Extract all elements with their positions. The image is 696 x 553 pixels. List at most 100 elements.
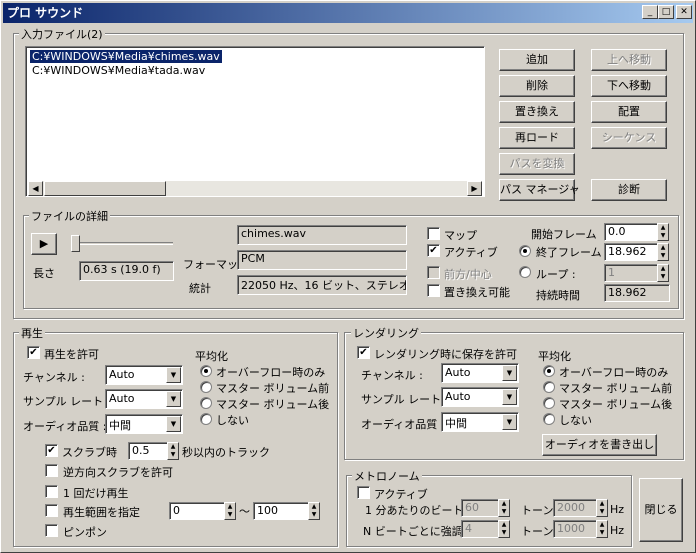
scrollbar-thumb[interactable] (44, 181, 166, 196)
scrub-spinner[interactable]: ▲ ▼ (167, 442, 179, 460)
render-normalize-label: 平均化 (538, 350, 571, 363)
allow-playback-checkbox[interactable]: ✔ (27, 346, 40, 359)
scroll-left-icon[interactable]: ◀ (28, 181, 43, 196)
tone2-input[interactable]: 1000 (553, 520, 597, 538)
move-down-button[interactable]: 下へ移動 (591, 75, 667, 97)
front-center-checkbox[interactable] (427, 266, 440, 279)
input-files-group-label: 入力ファイル(2) (19, 26, 105, 42)
render-audio-quality-label: オーディオ品質 : (361, 418, 445, 431)
map-checkbox[interactable] (427, 227, 440, 240)
play-range-checkbox[interactable] (45, 504, 58, 517)
render-sample-rate-label: サンプル レート : (361, 393, 449, 406)
range-from-spinner[interactable]: ▲ ▼ (224, 502, 236, 520)
slider-thumb[interactable] (71, 235, 80, 252)
start-frame-spinner[interactable]: ▲ ▼ (657, 223, 669, 241)
sequence-button[interactable]: シーケンス (591, 127, 667, 149)
tone1-spinner[interactable]: ▲ ▼ (596, 499, 608, 517)
loop-input[interactable]: 1 (604, 264, 658, 282)
reverse-scrub-checkbox[interactable] (45, 464, 58, 477)
render-sample-rate-value: Auto (445, 390, 471, 403)
normalize-option: オーバーフロー時のみ (216, 366, 326, 379)
normalize-radio[interactable] (200, 381, 212, 393)
close-button[interactable]: 閉じる (639, 478, 683, 542)
move-up-button[interactable]: 上へ移動 (591, 49, 667, 71)
accent-spinner[interactable]: ▲ ▼ (498, 520, 510, 538)
scrub-label: スクラブ時 (62, 446, 117, 459)
play-button[interactable]: ▶ (31, 233, 57, 255)
loop-spinner[interactable]: ▲ ▼ (657, 264, 669, 282)
accent-input[interactable]: 4 (461, 520, 499, 538)
end-frame-spinner[interactable]: ▲ ▼ (657, 243, 669, 261)
chevron-down-icon[interactable]: ▼ (166, 416, 181, 432)
delete-button[interactable]: 削除 (499, 75, 575, 97)
normalize-radio[interactable] (200, 365, 212, 377)
audio-quality-label: オーディオ品質 : (23, 420, 107, 433)
replace-button[interactable]: 置き換え (499, 101, 575, 123)
scroll-right-icon[interactable]: ▶ (467, 181, 482, 196)
start-frame-input[interactable]: 0.0 (604, 223, 658, 241)
render-normalize-radio[interactable] (543, 365, 555, 377)
close-window-button[interactable]: ✕ (676, 5, 692, 19)
pingpong-checkbox[interactable] (45, 524, 58, 537)
reload-button[interactable]: 再ロード (499, 127, 575, 149)
tone2-spinner[interactable]: ▲ ▼ (596, 520, 608, 538)
file-list[interactable]: C:¥WINDOWS¥Media¥chimes.wav C:¥WINDOWS¥M… (25, 46, 485, 197)
save-on-render-checkbox[interactable]: ✔ (357, 346, 370, 359)
audio-quality-value: 中間 (109, 419, 131, 432)
render-normalize-radio[interactable] (543, 413, 555, 425)
path-manager-button[interactable]: パス マネージャ (499, 179, 580, 201)
bpm-spinner[interactable]: ▲ ▼ (498, 499, 510, 517)
export-audio-button[interactable]: オーディオを書き出し (542, 434, 657, 456)
normalize-radio[interactable] (200, 413, 212, 425)
chevron-down-icon[interactable]: ▼ (166, 367, 181, 383)
scrub-checkbox[interactable]: ✔ (45, 444, 58, 457)
play-once-checkbox[interactable] (45, 485, 58, 498)
end-frame-input[interactable]: 18.962 (604, 243, 658, 261)
chevron-down-icon[interactable]: ▼ (166, 391, 181, 407)
sample-rate-select[interactable]: Auto ▼ (105, 389, 183, 409)
render-channel-select[interactable]: Auto ▼ (441, 363, 519, 383)
diagnose-button[interactable]: 診断 (591, 179, 667, 201)
stats-label: 統計 (189, 282, 211, 295)
render-normalize-option: マスター ボリューム後 (559, 398, 673, 411)
render-normalize-radio[interactable] (543, 381, 555, 393)
render-normalize-option: マスター ボリューム前 (559, 382, 673, 395)
render-sample-rate-select[interactable]: Auto ▼ (441, 387, 519, 407)
active-checkbox[interactable]: ✔ (427, 244, 440, 257)
channel-label: チャンネル : (23, 371, 85, 384)
scrub-input[interactable]: 0.5 (128, 442, 168, 460)
loop-radio[interactable] (519, 266, 531, 278)
file-list-item[interactable]: C:¥WINDOWS¥Media¥tada.wav (32, 64, 205, 77)
horizontal-scrollbar[interactable]: ◀ ▶ (28, 181, 482, 196)
end-frame-radio[interactable] (519, 245, 531, 257)
range-to-spinner[interactable]: ▲ ▼ (308, 502, 320, 520)
front-center-label: 前方/中心 (444, 268, 492, 281)
render-channel-label: チャンネル : (361, 369, 423, 382)
maximize-button[interactable]: □ (658, 5, 674, 19)
replaceable-checkbox[interactable] (427, 284, 440, 297)
file-name-value: chimes.wav (237, 225, 407, 245)
chevron-down-icon[interactable]: ▼ (502, 389, 517, 405)
arrange-button[interactable]: 配置 (591, 101, 667, 123)
channel-select[interactable]: Auto ▼ (105, 365, 183, 385)
normalize-radio[interactable] (200, 397, 212, 409)
audio-quality-select[interactable]: 中間 ▼ (105, 414, 183, 434)
pro-sound-dialog: プロ サウンド _ □ ✕ 入力ファイル(2) C:¥WINDOWS¥Media… (0, 0, 696, 553)
chevron-down-icon[interactable]: ▼ (502, 365, 517, 381)
render-audio-quality-select[interactable]: 中間 ▼ (441, 412, 519, 432)
metronome-active-checkbox[interactable] (357, 486, 370, 499)
range-from-input[interactable]: 0 (169, 502, 225, 520)
minimize-button[interactable]: _ (642, 5, 658, 19)
tone1-input[interactable]: 2000 (553, 499, 597, 517)
add-button[interactable]: 追加 (499, 49, 575, 71)
reverse-scrub-label: 逆方向スクラブを許可 (63, 466, 173, 479)
position-slider[interactable] (71, 242, 173, 245)
range-to-input[interactable]: 100 (253, 502, 309, 520)
length-label: 長さ (33, 267, 55, 280)
convert-path-button[interactable]: パスを変換 (499, 153, 575, 175)
bpm-input[interactable]: 60 (461, 499, 499, 517)
chevron-down-icon[interactable]: ▼ (502, 414, 517, 430)
render-normalize-option: オーバーフロー時のみ (559, 366, 669, 379)
render-normalize-radio[interactable] (543, 397, 555, 409)
file-list-item[interactable]: C:¥WINDOWS¥Media¥chimes.wav (30, 50, 222, 63)
